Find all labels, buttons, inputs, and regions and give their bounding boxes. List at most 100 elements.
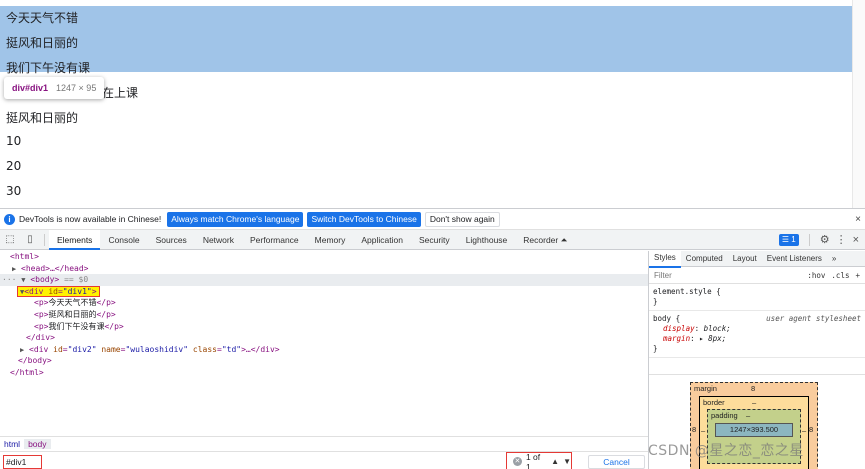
chevron-up-icon[interactable]: ▲	[551, 457, 559, 466]
dom-node-p[interactable]: <p>今天天气不错</p>	[0, 297, 648, 309]
tab-sources[interactable]: Sources	[148, 230, 195, 250]
issues-badge[interactable]: ☰ 1	[778, 233, 799, 246]
more-options-icon[interactable]: ⋮	[836, 233, 847, 246]
search-match-controls: ✕ 1 of 1 ▲ ▼	[506, 452, 572, 469]
search-match-highlight: ▼<div id="div1">	[17, 285, 100, 297]
dom-node-html[interactable]: <html>	[0, 251, 648, 263]
tabbar-right-controls: ☰ 1 ⚙ ⋮ ×	[778, 233, 865, 246]
dom-attr-value: "div1"	[62, 286, 92, 296]
more-tabs-icon[interactable]: »	[827, 251, 841, 267]
selected-node-marker: == $0	[64, 275, 89, 285]
tab-security[interactable]: Security	[411, 230, 458, 250]
page-paragraph: 挺风和日丽的	[6, 111, 79, 125]
rule-close: }	[653, 344, 658, 353]
padding-label: padding	[711, 411, 738, 420]
styles-tabbar: Styles Computed Layout Event Listeners »	[649, 251, 865, 268]
chevron-down-icon[interactable]: ▼	[563, 457, 571, 466]
tab-event-listeners[interactable]: Event Listeners	[762, 251, 827, 267]
close-devtools-icon[interactable]: ×	[853, 234, 859, 246]
tab-memory[interactable]: Memory	[307, 230, 354, 250]
tab-lighthouse[interactable]: Lighthouse	[458, 230, 516, 250]
dom-tag: <body>	[30, 275, 60, 285]
tab-styles[interactable]: Styles	[649, 251, 681, 268]
tab-layout[interactable]: Layout	[728, 251, 762, 267]
dom-tag: div	[33, 344, 49, 354]
dom-search-bar: ✕ 1 of 1 ▲ ▼ Cancel	[0, 451, 648, 469]
dom-search-input[interactable]	[3, 455, 42, 469]
devtools-tabbar: ⬚ ▯ Elements Console Sources Network Per…	[0, 229, 865, 250]
hover-state-toggle[interactable]: :hov	[807, 271, 825, 280]
dom-attr-value: "td"	[221, 344, 242, 354]
new-rule-icon[interactable]: +	[855, 271, 860, 280]
tab-network[interactable]: Network	[195, 230, 242, 250]
expand-triangle-icon[interactable]: ▶	[12, 265, 16, 273]
cancel-search-button[interactable]: Cancel	[588, 455, 645, 469]
page-scrollbar[interactable]	[852, 0, 865, 210]
clear-search-icon[interactable]: ✕	[513, 457, 522, 466]
breadcrumb-body[interactable]: body	[24, 438, 51, 449]
issues-count: 1	[791, 234, 796, 244]
box-model-content[interactable]: 1247×393.500	[715, 423, 793, 437]
css-value: block;	[703, 324, 731, 333]
page-paragraph: 20	[6, 159, 22, 173]
dom-node-head[interactable]: ▶ <head>…</head>	[0, 263, 648, 275]
breadcrumb-html[interactable]: html	[4, 439, 20, 449]
page-paragraph: 今天天气不错	[6, 11, 79, 25]
infobar-text: DevTools is now available in Chinese!	[19, 214, 162, 224]
rule-source: user agent stylesheet	[766, 314, 861, 323]
page-paragraph: 挺风和日丽的	[6, 36, 79, 50]
device-toolbar-icon[interactable]: ▯	[20, 234, 40, 245]
close-icon[interactable]: ×	[855, 214, 861, 225]
tab-computed[interactable]: Computed	[681, 251, 728, 267]
always-match-language-button[interactable]: Always match Chrome's language	[167, 211, 304, 227]
inspect-element-icon[interactable]: ⬚	[0, 234, 20, 245]
tab-console[interactable]: Console	[100, 230, 147, 250]
collapse-triangle-icon[interactable]: ▼	[21, 276, 25, 284]
dom-node-p[interactable]: <p>挺风和日丽的</p>	[0, 309, 648, 321]
rule-selector: body {	[653, 314, 681, 323]
border-label: border	[703, 398, 725, 407]
dom-attr-value: "wulaoshidiv"	[125, 344, 189, 354]
dom-node-div-close[interactable]: </div>	[0, 332, 648, 344]
tab-recorder[interactable]: Recorder ⏶	[515, 230, 575, 250]
page-paragraph: 10	[6, 134, 22, 148]
ellipsis-icon: ···	[2, 275, 17, 285]
rule-close: }	[653, 297, 658, 306]
tab-performance[interactable]: Performance	[242, 230, 307, 250]
dom-node-div1[interactable]: ▼<div id="div1">	[0, 285, 648, 298]
dom-tag: </html>	[10, 367, 44, 377]
body-style-rule[interactable]: user agent stylesheet body { display: blo…	[649, 311, 865, 358]
dom-tag: div	[29, 286, 44, 296]
tooltip-size: 1247 × 95	[56, 83, 97, 93]
dom-node-body-close[interactable]: </body>	[0, 355, 648, 367]
dom-text: 我们下午没有课	[48, 321, 105, 331]
border-right-value: –	[802, 426, 807, 435]
padding-top-value: –	[746, 411, 751, 420]
rule-selector: element.style {	[653, 287, 721, 296]
switch-to-chinese-button[interactable]: Switch DevTools to Chinese	[307, 211, 421, 227]
gear-icon[interactable]: ⚙	[820, 233, 830, 246]
breadcrumb: html body	[0, 436, 648, 450]
dom-node-p[interactable]: <p>我们下午没有课</p>	[0, 321, 648, 333]
dont-show-again-button[interactable]: Don't show again	[424, 211, 500, 227]
dom-text: 今天天气不错	[48, 298, 97, 308]
tab-elements[interactable]: Elements	[49, 229, 101, 250]
dom-tag: <head>…</head>	[21, 263, 89, 273]
class-toggle[interactable]: .cls	[831, 271, 849, 280]
css-property: display	[663, 324, 695, 333]
element-highlight-overlay	[0, 6, 852, 72]
tab-application[interactable]: Application	[353, 230, 411, 250]
dom-node-html-close[interactable]: </html>	[0, 367, 648, 379]
dom-tag: >…</div>	[241, 344, 280, 354]
margin-left-value: 8	[692, 425, 697, 434]
dom-node-body[interactable]: ··· ▼ <body> == $0	[0, 274, 648, 286]
dom-tag: <html>	[10, 252, 39, 261]
expand-triangle-icon[interactable]: ▶	[20, 346, 24, 354]
dom-node-div2[interactable]: ▶ <div id="div2" name="wulaoshidiv" clas…	[0, 344, 648, 356]
dom-tag: </body>	[18, 356, 52, 366]
styles-filter-row: Filter :hov .cls +	[649, 267, 865, 284]
page-viewport: 今天天气不错 挺风和日丽的 我们下午没有课 我在上课 挺风和日丽的 10 20 …	[0, 0, 865, 210]
dom-attr-name: class	[192, 344, 217, 354]
element-style-rule[interactable]: element.style { }	[649, 284, 865, 311]
styles-filter-input[interactable]: Filter	[654, 271, 801, 280]
